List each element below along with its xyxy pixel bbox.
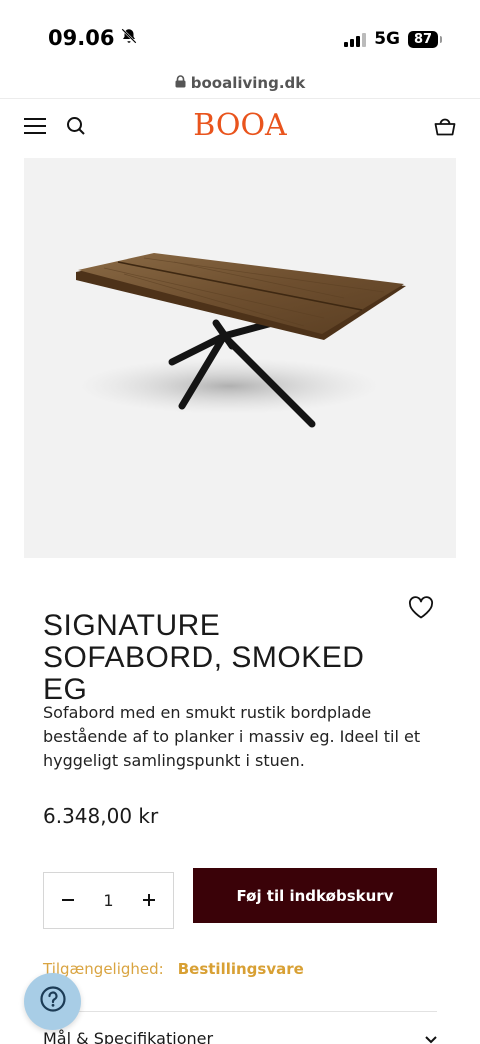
network-type: 5G [374, 29, 400, 49]
decrease-quantity-button[interactable] [56, 889, 80, 913]
table-illustration [76, 253, 406, 428]
cart-button[interactable] [431, 114, 459, 142]
increase-quantity-button[interactable] [137, 889, 161, 913]
site-logo[interactable]: BOOA [0, 108, 480, 143]
battery-icon: 87 [408, 30, 442, 48]
signal-icon [344, 31, 367, 47]
minus-icon [60, 889, 76, 913]
plus-icon [141, 889, 157, 913]
accordion-label: Mål & Specifikationer [43, 1029, 214, 1044]
url-bar[interactable]: booaliving.dk [0, 74, 480, 92]
status-bar: 09.06 5G 87 [0, 0, 480, 72]
status-time: 09.06 [48, 26, 138, 50]
add-to-cart-button[interactable]: Føj til indkøbskurv [193, 868, 437, 923]
question-icon [39, 985, 67, 1018]
availability: Tilgængelighed: Bestillingsvare [43, 960, 304, 978]
heart-icon [408, 596, 434, 624]
product-description: Sofabord med en smukt rustik bordplade b… [43, 703, 421, 770]
header-divider [0, 98, 480, 99]
site-header: BOOA [0, 100, 480, 156]
section-divider [43, 1011, 437, 1012]
specifications-accordion[interactable]: Mål & Specifikationer [43, 1029, 437, 1044]
help-button[interactable] [24, 973, 81, 1030]
chevron-down-icon [425, 1029, 437, 1044]
quantity-stepper: 1 [43, 872, 174, 929]
product-image[interactable] [24, 158, 456, 558]
product-price: 6.348,00 kr [43, 804, 159, 828]
wishlist-button[interactable] [408, 596, 436, 622]
cart-icon [434, 116, 456, 141]
battery-level: 87 [413, 31, 433, 47]
url-text: booaliving.dk [190, 74, 306, 92]
bell-muted-icon [120, 26, 138, 50]
clock: 09.06 [48, 26, 115, 50]
quantity-value[interactable]: 1 [103, 891, 113, 910]
product-title: SIGNATURE SOFABORD, SMOKED EG [43, 609, 365, 706]
status-indicators: 5G 87 [344, 29, 442, 49]
lock-icon [175, 74, 186, 92]
availability-value: Bestillingsvare [177, 960, 304, 978]
